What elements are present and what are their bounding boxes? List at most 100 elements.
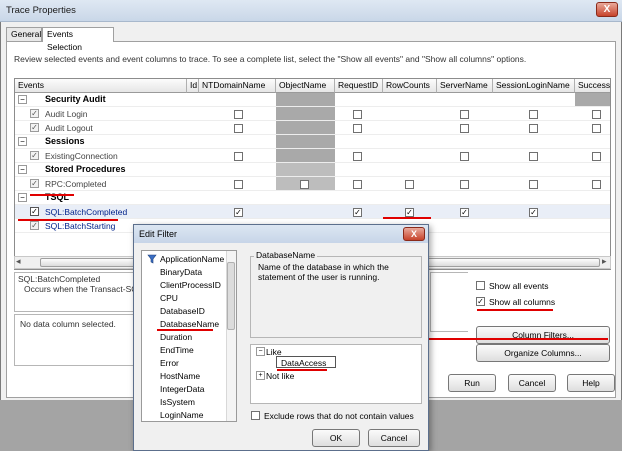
column-header-objectname[interactable]: ObjectName: [276, 79, 335, 93]
dialog-ok-button[interactable]: OK: [312, 429, 360, 447]
cell-checkbox[interactable]: [529, 152, 538, 161]
scroll-right-icon[interactable]: ▸: [602, 256, 607, 267]
column-header-rowcounts[interactable]: RowCounts: [383, 79, 437, 93]
tab-general[interactable]: General: [6, 27, 42, 41]
run-button[interactable]: Run: [448, 374, 496, 392]
grid-row-security-audit[interactable]: − Security Audit: [15, 93, 610, 107]
column-header-events[interactable]: Events: [15, 79, 187, 93]
event-label: Audit Logout: [45, 123, 93, 133]
filter-column-item[interactable]: CPU: [160, 293, 178, 303]
cell-checkbox[interactable]: [460, 180, 469, 189]
cell-checkbox[interactable]: [234, 124, 243, 133]
cell-checkbox[interactable]: [592, 152, 601, 161]
filter-column-item[interactable]: HostName: [160, 371, 200, 381]
filter-column-item[interactable]: Duration: [160, 332, 192, 342]
cell-checkbox[interactable]: [592, 180, 601, 189]
filter-column-item[interactable]: LoginName: [160, 410, 203, 420]
cell-checkbox[interactable]: [405, 180, 414, 189]
tab-events-selection[interactable]: Events Selection: [42, 27, 114, 52]
event-label: RPC:Completed: [45, 179, 107, 189]
grid-row-rpc-completed[interactable]: ✓ RPC:Completed: [15, 177, 610, 191]
show-all-columns-checkbox[interactable]: ✓: [476, 297, 485, 306]
filter-column-item[interactable]: ApplicationName: [160, 254, 224, 264]
column-filters-button[interactable]: Column Filters...: [476, 326, 610, 344]
event-checkbox[interactable]: ✓: [30, 123, 39, 132]
filter-column-item-selected[interactable]: DatabaseName: [160, 319, 219, 329]
column-header-servername[interactable]: ServerName: [437, 79, 493, 93]
filter-list-scroll-thumb[interactable]: [227, 262, 235, 330]
cell-checkbox[interactable]: [353, 152, 362, 161]
collapse-icon[interactable]: −: [256, 347, 265, 356]
grid-row-tsql[interactable]: − TSQL: [15, 191, 610, 205]
event-checkbox[interactable]: ✓: [30, 151, 39, 160]
cell-checkbox[interactable]: [592, 110, 601, 119]
collapse-icon[interactable]: −: [18, 193, 27, 202]
column-header-id[interactable]: Id: [187, 79, 199, 93]
dialog-cancel-button[interactable]: Cancel: [368, 429, 420, 447]
dialog-close-button[interactable]: X: [403, 227, 425, 241]
filter-column-list[interactable]: ApplicationName BinaryData ClientProcess…: [141, 250, 237, 422]
exclude-rows-checkbox[interactable]: [251, 411, 260, 420]
cell-checkbox[interactable]: [353, 180, 362, 189]
filter-column-item[interactable]: Error: [160, 358, 179, 368]
dialog-title-bar: [134, 225, 428, 243]
filter-column-item[interactable]: BinaryData: [160, 267, 202, 277]
annotation-underline-show-all-columns: [477, 309, 553, 311]
show-all-events-checkbox[interactable]: [476, 281, 485, 290]
collapse-icon[interactable]: −: [18, 95, 27, 104]
close-button[interactable]: X: [596, 2, 618, 17]
filter-column-item[interactable]: DatabaseID: [160, 306, 205, 316]
cell-checkbox[interactable]: [529, 180, 538, 189]
cell-checkbox-checked[interactable]: ✓: [405, 208, 414, 217]
cell-checkbox[interactable]: [460, 110, 469, 119]
annotation-underline-databasename: [157, 329, 213, 331]
filter-column-item[interactable]: EndTime: [160, 345, 194, 355]
show-all-events-label: Show all events: [489, 281, 549, 291]
cell-checkbox[interactable]: [529, 110, 538, 119]
column-header-sessionloginname[interactable]: SessionLoginName: [493, 79, 575, 93]
column-header-success[interactable]: Success: [575, 79, 610, 93]
event-checkbox[interactable]: ✓: [30, 207, 39, 216]
expand-icon[interactable]: +: [256, 371, 265, 380]
scroll-left-icon[interactable]: ◂: [16, 256, 21, 267]
cell-checkbox[interactable]: [592, 124, 601, 133]
cell-checkbox[interactable]: [460, 124, 469, 133]
event-description-title: SQL:BatchCompleted: [18, 274, 101, 284]
cell-checkbox-checked[interactable]: ✓: [353, 208, 362, 217]
event-checkbox[interactable]: ✓: [30, 179, 39, 188]
cell-checkbox[interactable]: [234, 110, 243, 119]
event-label: SQL:BatchCompleted: [45, 207, 128, 217]
grid-row-existingconnection[interactable]: ✓ ExistingConnection: [15, 149, 610, 163]
cell-checkbox[interactable]: [460, 152, 469, 161]
collapse-icon[interactable]: −: [18, 165, 27, 174]
collapse-icon[interactable]: −: [18, 137, 27, 146]
cell-checkbox[interactable]: [353, 124, 362, 133]
cell-checkbox[interactable]: [353, 110, 362, 119]
grid-row-stored-procedures[interactable]: − Stored Procedures: [15, 163, 610, 177]
dialog-title: Edit Filter: [139, 229, 178, 239]
cell-checkbox[interactable]: [529, 124, 538, 133]
cell-checkbox-checked[interactable]: ✓: [234, 208, 243, 217]
filter-column-item[interactable]: IsSystem: [160, 397, 195, 407]
column-header-requestid[interactable]: RequestID: [335, 79, 383, 93]
event-checkbox[interactable]: ✓: [30, 109, 39, 118]
cell-checkbox[interactable]: [234, 152, 243, 161]
cell-checkbox-checked[interactable]: ✓: [460, 208, 469, 217]
cell-checkbox[interactable]: [300, 180, 309, 189]
organize-columns-button[interactable]: Organize Columns...: [476, 344, 610, 362]
filter-column-item[interactable]: IntegerData: [160, 384, 204, 394]
cell-checkbox-checked[interactable]: ✓: [529, 208, 538, 217]
grid-row-sql-batchcompleted[interactable]: ✓ SQL:BatchCompleted ✓ ✓ ✓ ✓ ✓: [15, 205, 610, 219]
event-checkbox[interactable]: ✓: [30, 221, 39, 230]
grid-row-audit-login[interactable]: ✓ Audit Login: [15, 107, 610, 121]
grid-row-audit-logout[interactable]: ✓ Audit Logout: [15, 121, 610, 135]
grid-row-sessions[interactable]: − Sessions: [15, 135, 610, 149]
filter-column-item[interactable]: ClientProcessID: [160, 280, 221, 290]
help-button[interactable]: Help: [567, 374, 615, 392]
column-header-ntdomainname[interactable]: NTDomainName: [199, 79, 276, 93]
tree-not-like-node[interactable]: Not like: [266, 371, 294, 381]
cell-checkbox[interactable]: [234, 180, 243, 189]
column-description-text: No data column selected.: [20, 319, 116, 329]
cancel-button[interactable]: Cancel: [508, 374, 556, 392]
column-info-title: DatabaseName: [254, 250, 318, 260]
